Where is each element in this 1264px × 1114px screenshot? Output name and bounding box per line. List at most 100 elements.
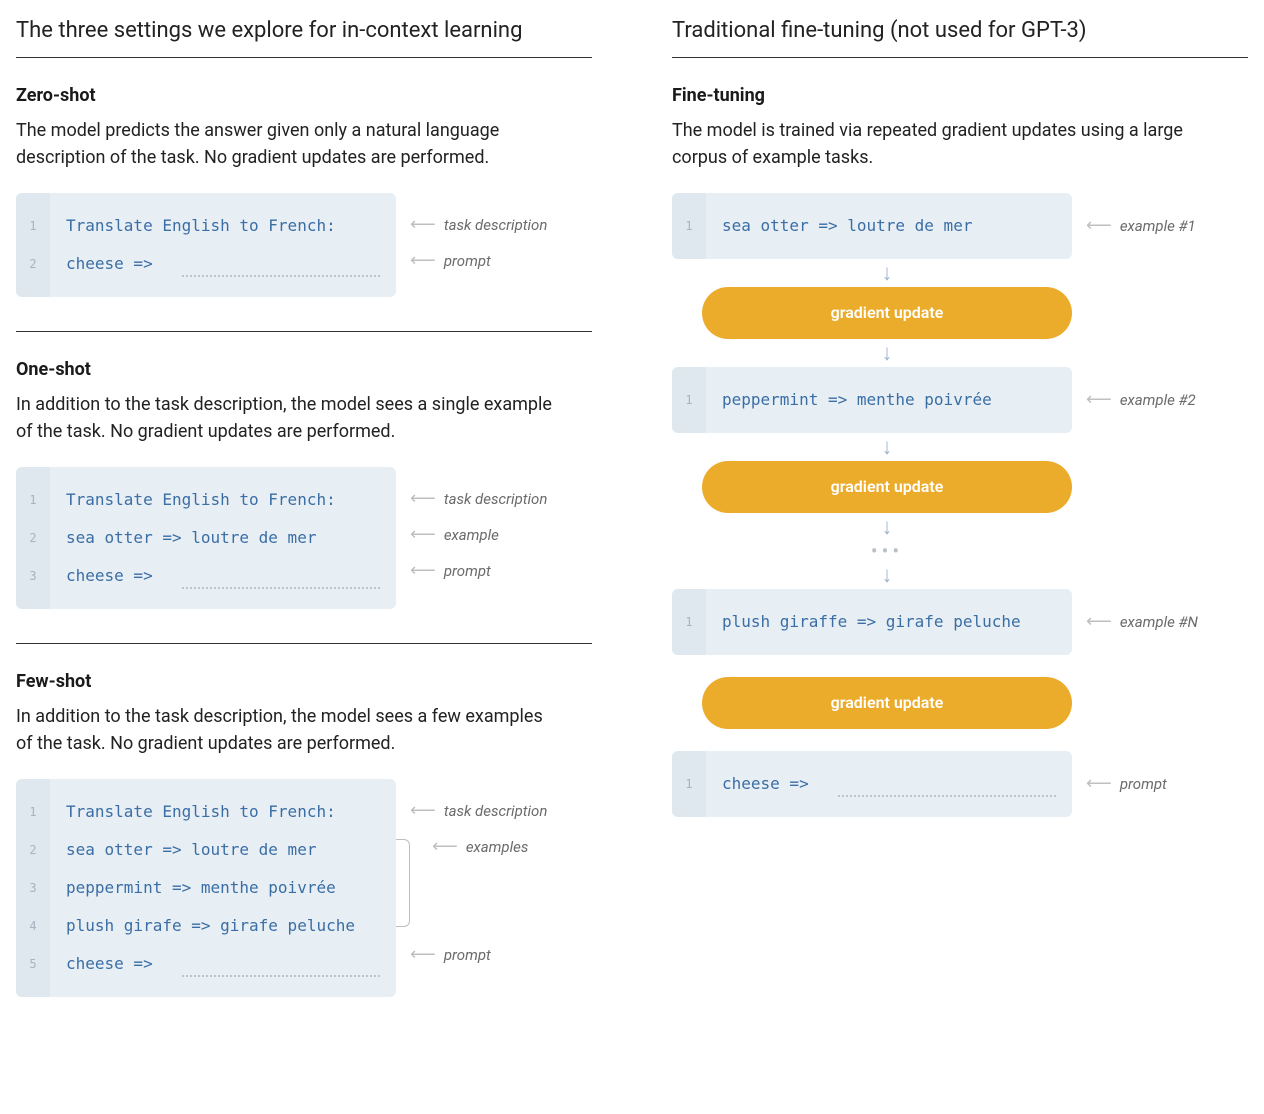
line-number: 1 <box>672 388 706 412</box>
arrow-down-icon <box>672 433 1072 461</box>
code-text: plush girafe => girafe peluche <box>50 914 355 938</box>
annotation: examples <box>410 829 592 865</box>
code-line: 5cheese => <box>16 945 396 983</box>
zero-codeblock: 1Translate English to French:2cheese => … <box>16 193 592 297</box>
code-line: 2sea otter => loutre de mer <box>16 831 396 869</box>
annotation <box>410 901 592 937</box>
line-number: 3 <box>16 876 50 900</box>
annotation-label: task description <box>444 488 548 511</box>
annotation: task description <box>410 793 592 829</box>
code-text: sea otter => loutre de mer <box>50 838 316 862</box>
code-text: cheese => <box>50 252 153 276</box>
code-line: 3peppermint => menthe poivrée <box>16 869 396 907</box>
chain-example-row: 1peppermint => menthe poivrée example #2 <box>672 367 1248 433</box>
arrow-left-icon <box>410 490 436 508</box>
line-number: 5 <box>16 952 50 976</box>
arrow-left-icon <box>410 562 436 580</box>
code-line: 2cheese => <box>16 245 396 283</box>
line-number: 1 <box>672 214 706 238</box>
annotation-label: examples <box>466 836 529 859</box>
annotation: task description <box>410 207 592 243</box>
zero-desc: The model predicts the answer given only… <box>16 117 556 171</box>
arrow-left-icon <box>1086 613 1112 631</box>
few-heading: Few-shot <box>16 668 592 695</box>
code-line: 1Translate English to French: <box>16 793 396 831</box>
annotation-label: task description <box>444 214 548 237</box>
line-number: 2 <box>16 526 50 550</box>
annotation: prompt <box>410 937 592 973</box>
annotation-label: example #1 <box>1120 215 1196 238</box>
divider <box>16 331 592 332</box>
arrow-left-icon <box>410 802 436 820</box>
arrow-left-icon <box>410 252 436 270</box>
chain-code-panel: 1cheese => <box>672 751 1072 817</box>
one-codeblock: 1Translate English to French:2sea otter … <box>16 467 592 609</box>
annotation-label: example <box>444 524 499 547</box>
arrow-left-icon <box>1086 775 1112 793</box>
chain-example-row: 1cheese => prompt <box>672 751 1248 817</box>
line-number: 2 <box>16 838 50 862</box>
zero-shot-section: Zero-shot The model predicts the answer … <box>16 82 592 297</box>
zero-annotations: task description prompt <box>396 193 592 297</box>
chain-example-row: 1plush giraffe => girafe peluche example … <box>672 589 1248 655</box>
ft-desc: The model is trained via repeated gradie… <box>672 117 1212 171</box>
code-text: plush giraffe => girafe peluche <box>706 610 1021 634</box>
annotation: example #2 <box>1072 389 1196 412</box>
annotation: example #1 <box>1072 215 1196 238</box>
line-number: 3 <box>16 564 50 588</box>
line-number: 1 <box>16 488 50 512</box>
bracket-icon <box>396 839 410 927</box>
code-text: peppermint => menthe poivrée <box>50 876 336 900</box>
zero-heading: Zero-shot <box>16 82 592 109</box>
code-text: Translate English to French: <box>50 214 336 238</box>
divider <box>16 57 592 58</box>
arrow-down-icon <box>672 513 1072 541</box>
code-line: 2sea otter => loutre de mer <box>16 519 396 557</box>
line-number: 2 <box>16 252 50 276</box>
code-line: 1cheese => <box>672 765 1072 803</box>
left-title: The three settings we explore for in-con… <box>16 14 592 47</box>
line-number: 1 <box>672 610 706 634</box>
annotation-label: prompt <box>1120 773 1167 796</box>
code-text: sea otter => loutre de mer <box>50 526 316 550</box>
annotation-label: prompt <box>444 560 491 583</box>
gradient-update-pill: gradient update <box>702 677 1072 729</box>
one-heading: One-shot <box>16 356 592 383</box>
arrow-left-icon <box>410 526 436 544</box>
annotation: example #N <box>1072 611 1198 634</box>
few-codeblock: 1Translate English to French:2sea otter … <box>16 779 592 997</box>
gradient-update-pill: gradient update <box>702 287 1072 339</box>
line-number: 1 <box>16 800 50 824</box>
one-desc: In addition to the task description, the… <box>16 391 556 445</box>
gradient-update-pill: gradient update <box>702 461 1072 513</box>
few-shot-section: Few-shot In addition to the task descrip… <box>16 668 592 997</box>
arrow-left-icon <box>410 216 436 234</box>
code-text: cheese => <box>706 772 809 796</box>
code-text: peppermint => menthe poivrée <box>706 388 992 412</box>
annotation: prompt <box>410 553 592 589</box>
fine-tuning-chain: 1sea otter => loutre de mer example #1 gra… <box>672 193 1248 817</box>
annotation-label: prompt <box>444 250 491 273</box>
one-annotations: task description example prompt <box>396 467 592 609</box>
zero-code-panel: 1Translate English to French:2cheese => <box>16 193 396 297</box>
annotation-label: example #2 <box>1120 389 1196 412</box>
arrow-left-icon <box>432 838 458 856</box>
divider <box>672 57 1248 58</box>
line-number: 4 <box>16 914 50 938</box>
annotation: prompt <box>410 243 592 279</box>
code-line: 1Translate English to French: <box>16 481 396 519</box>
chain-code-panel: 1peppermint => menthe poivrée <box>672 367 1072 433</box>
arrow-down-icon <box>672 561 1072 589</box>
arrow-left-icon <box>410 946 436 964</box>
code-line: 1Translate English to French: <box>16 207 396 245</box>
few-desc: In addition to the task description, the… <box>16 703 556 757</box>
annotation: example <box>410 517 592 553</box>
arrow-down-icon <box>672 259 1072 287</box>
few-code-panel: 1Translate English to French:2sea otter … <box>16 779 396 997</box>
left-column: The three settings we explore for in-con… <box>16 14 592 1003</box>
line-number: 1 <box>16 214 50 238</box>
ellipsis-icon <box>672 541 1072 561</box>
code-line: 1sea otter => loutre de mer <box>672 207 1072 245</box>
annotation-label: task description <box>444 800 548 823</box>
annotation-label: prompt <box>444 944 491 967</box>
